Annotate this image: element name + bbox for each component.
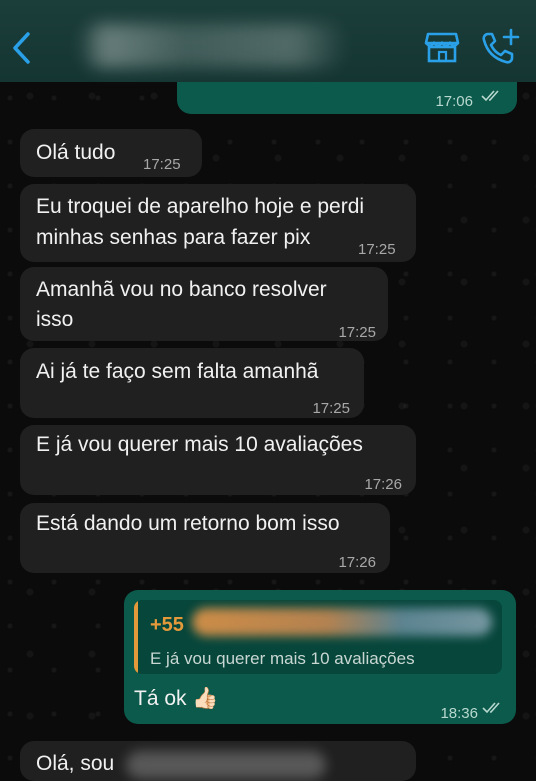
message-incoming[interactable]: Olá tudo 17:25 — [20, 129, 202, 177]
message-time: 17:26 — [338, 554, 376, 571]
message-time: 17:25 — [338, 324, 376, 341]
message-text-content: Tá ok — [134, 687, 187, 710]
business-store-icon[interactable] — [424, 30, 460, 64]
message-time: 17:25 — [312, 400, 350, 417]
message-incoming[interactable]: Amanhã vou no banco resolver isso 17:25 — [20, 267, 388, 341]
chat-header — [0, 0, 536, 82]
message-text: Eu troquei de aparelho hoje e perdi — [36, 195, 365, 218]
message-time: 17:26 — [364, 476, 402, 493]
message-incoming[interactable]: Está dando um retorno bom isso 17:26 — [20, 503, 390, 573]
message-text: Está dando um retorno bom isso — [36, 512, 340, 535]
message-text: Amanhã vou no banco resolver — [36, 278, 327, 301]
quoted-text: E já vou querer mais 10 avaliações — [150, 649, 415, 668]
message-incoming[interactable]: Ai já te faço sem falta amanhã 17:25 — [20, 348, 364, 418]
read-ticks-icon — [481, 90, 499, 102]
contact-name-redacted[interactable] — [78, 24, 348, 68]
thumbs-up-emoji: 👍🏻 — [192, 687, 219, 710]
message-time: 17:25 — [358, 241, 396, 258]
message-time: 17:25 — [143, 156, 181, 173]
message-text: Olá, sou — [36, 752, 115, 775]
message-text: isso — [36, 308, 74, 331]
read-ticks-icon — [482, 702, 500, 714]
back-chevron-icon[interactable] — [8, 28, 34, 68]
quote-accent-bar — [134, 600, 138, 674]
message-incoming[interactable]: Eu troquei de aparelho hoje e perdi minh… — [20, 184, 416, 262]
message-time: 18:36 — [440, 705, 478, 722]
message-text: Olá tudo — [36, 141, 116, 164]
quoted-sender-redacted — [192, 608, 492, 636]
quoted-sender: +55 — [150, 614, 184, 636]
message-outgoing-reply[interactable]: +55 E já vou querer mais 10 avaliações T… — [124, 590, 516, 724]
message-time: 17:06 — [435, 93, 473, 110]
add-call-icon[interactable] — [480, 28, 520, 66]
message-text: Ai já te faço sem falta amanhã — [36, 360, 319, 383]
message-incoming[interactable]: E já vou querer mais 10 avaliações 17:26 — [20, 425, 416, 495]
message-text: E já vou querer mais 10 avaliações — [36, 433, 363, 456]
message-text: Tá ok 👍🏻 — [134, 684, 219, 714]
message-incoming[interactable]: Olá, sou — [20, 741, 416, 781]
quoted-message[interactable]: +55 E já vou querer mais 10 avaliações — [134, 600, 502, 674]
redacted-text — [126, 751, 326, 779]
message-text: minhas senhas para fazer pix — [36, 226, 311, 249]
